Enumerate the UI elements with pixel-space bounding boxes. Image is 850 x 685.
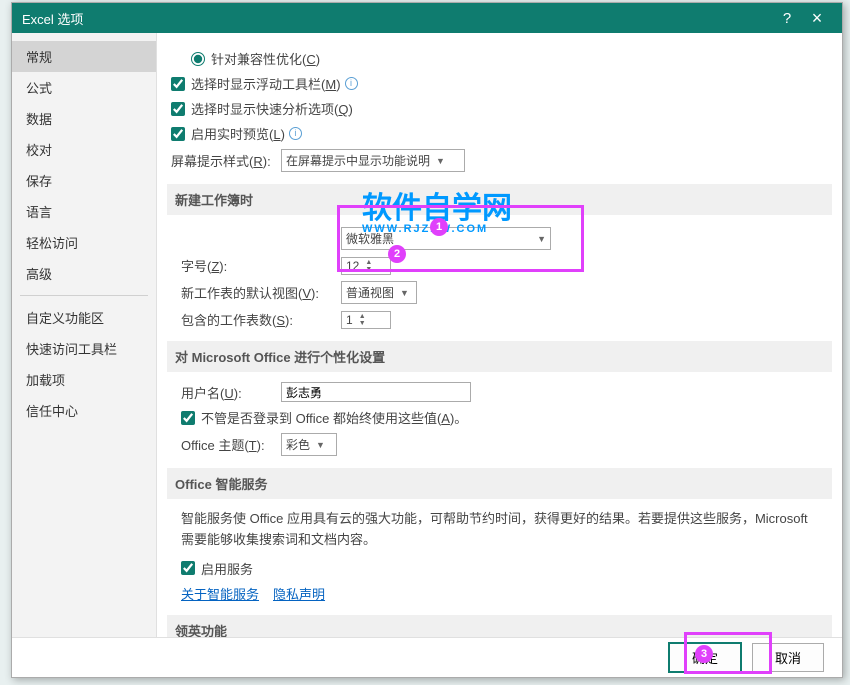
defaultview-row: 新工作表的默认视图(V): 普通视图▼ — [171, 281, 824, 304]
intelligent-desc: 智能服务使 Office 应用具有云的强大功能，可帮助节约时间，获得更好的结果。… — [171, 509, 824, 551]
sidebar: 常规 公式 数据 校对 保存 语言 轻松访问 高级 自定义功能区 快速访问工具栏… — [12, 33, 157, 637]
cancel-button[interactable]: 取消 — [752, 643, 824, 672]
enable-services-label: 启用服务 — [201, 559, 253, 578]
sidebar-item-general[interactable]: 常规 — [12, 41, 156, 72]
links-row: 关于智能服务 隐私声明 — [171, 584, 824, 603]
quick-analysis-row: 选择时显示快速分析选项(Q) — [171, 99, 824, 118]
font-row: ): 微软雅黑▼ — [171, 227, 824, 250]
theme-label: Office 主题(T): — [181, 435, 281, 454]
chevron-down-icon: ▼ — [537, 234, 546, 244]
sidebar-item-save[interactable]: 保存 — [12, 165, 156, 196]
username-row: 用户名(U): — [171, 382, 824, 402]
username-label: 用户名(U): — [181, 383, 281, 402]
optimize-compat-label: 针对兼容性优化(C) — [211, 49, 320, 68]
fontsize-spinbox[interactable]: 12 ▲▼ — [341, 257, 391, 275]
section-linkedin: 领英功能 — [167, 615, 832, 637]
help-icon[interactable]: ? — [772, 10, 802, 27]
info-icon[interactable]: i — [289, 127, 302, 140]
screentip-label: 屏幕提示样式(R): — [171, 151, 281, 170]
quick-analysis-label: 选择时显示快速分析选项(Q) — [191, 99, 353, 118]
quick-analysis-checkbox[interactable] — [171, 102, 185, 116]
defaultview-label: 新工作表的默认视图(V): — [181, 283, 341, 302]
always-use-row: 不管是否登录到 Office 都始终使用这些值(A)。 — [171, 408, 824, 427]
privacy-link[interactable]: 隐私声明 — [273, 584, 325, 603]
username-input[interactable] — [281, 382, 471, 402]
live-preview-checkbox[interactable] — [171, 127, 185, 141]
live-preview-label: 启用实时预览(L) — [191, 124, 285, 143]
button-bar: 确定 取消 — [12, 637, 842, 677]
fontsize-row: 字号(Z): 12 ▲▼ — [171, 256, 824, 275]
info-icon[interactable]: i — [345, 77, 358, 90]
mini-toolbar-label: 选择时显示浮动工具栏(M) — [191, 74, 341, 93]
section-intelligent: Office 智能服务 — [167, 468, 832, 499]
spinner-icon: ▲▼ — [365, 259, 372, 273]
enable-services-checkbox[interactable] — [181, 561, 195, 575]
sidebar-item-customize-ribbon[interactable]: 自定义功能区 — [12, 302, 156, 333]
live-preview-row: 启用实时预览(L) i — [171, 124, 824, 143]
ok-button[interactable]: 确定 — [668, 642, 742, 673]
section-new-workbook: 新建工作簿时 — [167, 184, 832, 215]
sidebar-item-addins[interactable]: 加载项 — [12, 364, 156, 395]
optimize-compat-radio[interactable] — [191, 52, 205, 66]
mini-toolbar-row: 选择时显示浮动工具栏(M) i — [171, 74, 824, 93]
spinner-icon: ▲▼ — [359, 313, 366, 327]
sheetcount-spinbox[interactable]: 1 ▲▼ — [341, 311, 391, 329]
always-use-label: 不管是否登录到 Office 都始终使用这些值(A)。 — [201, 408, 467, 427]
fontsize-label: 字号(Z): — [181, 256, 341, 275]
always-use-checkbox[interactable] — [181, 411, 195, 425]
font-dropdown[interactable]: 微软雅黑▼ — [341, 227, 551, 250]
about-intelligent-link[interactable]: 关于智能服务 — [181, 584, 259, 603]
sidebar-item-qat[interactable]: 快速访问工具栏 — [12, 333, 156, 364]
sheetcount-label: 包含的工作表数(S): — [181, 310, 341, 329]
sidebar-item-trust[interactable]: 信任中心 — [12, 395, 156, 426]
theme-row: Office 主题(T): 彩色▼ — [171, 433, 824, 456]
theme-dropdown[interactable]: 彩色▼ — [281, 433, 337, 456]
sidebar-separator — [20, 295, 148, 296]
screentip-dropdown[interactable]: 在屏幕提示中显示功能说明▼ — [281, 149, 465, 172]
screentip-row: 屏幕提示样式(R): 在屏幕提示中显示功能说明▼ — [171, 149, 824, 172]
titlebar: Excel 选项 ? × — [12, 3, 842, 33]
dialog-body: 常规 公式 数据 校对 保存 语言 轻松访问 高级 自定义功能区 快速访问工具栏… — [12, 33, 842, 637]
close-icon[interactable]: × — [802, 8, 832, 29]
sheetcount-row: 包含的工作表数(S): 1 ▲▼ — [171, 310, 824, 329]
content-panel: 针对兼容性优化(C) 选择时显示浮动工具栏(M) i 选择时显示快速分析选项(Q… — [157, 33, 842, 637]
chevron-down-icon: ▼ — [400, 288, 409, 298]
dialog-title: Excel 选项 — [22, 9, 772, 28]
sidebar-item-data[interactable]: 数据 — [12, 103, 156, 134]
chevron-down-icon: ▼ — [316, 440, 325, 450]
sidebar-item-ease[interactable]: 轻松访问 — [12, 227, 156, 258]
sidebar-item-language[interactable]: 语言 — [12, 196, 156, 227]
mini-toolbar-checkbox[interactable] — [171, 77, 185, 91]
sidebar-item-proofing[interactable]: 校对 — [12, 134, 156, 165]
chevron-down-icon: ▼ — [436, 156, 445, 166]
enable-services-row: 启用服务 — [171, 559, 824, 578]
defaultview-dropdown[interactable]: 普通视图▼ — [341, 281, 417, 304]
section-personalize: 对 Microsoft Office 进行个性化设置 — [167, 341, 832, 372]
sidebar-item-advanced[interactable]: 高级 — [12, 258, 156, 289]
sidebar-item-formulas[interactable]: 公式 — [12, 72, 156, 103]
optimize-compat-row: 针对兼容性优化(C) — [171, 49, 824, 68]
excel-options-dialog: Excel 选项 ? × 常规 公式 数据 校对 保存 语言 轻松访问 高级 自… — [11, 2, 843, 678]
